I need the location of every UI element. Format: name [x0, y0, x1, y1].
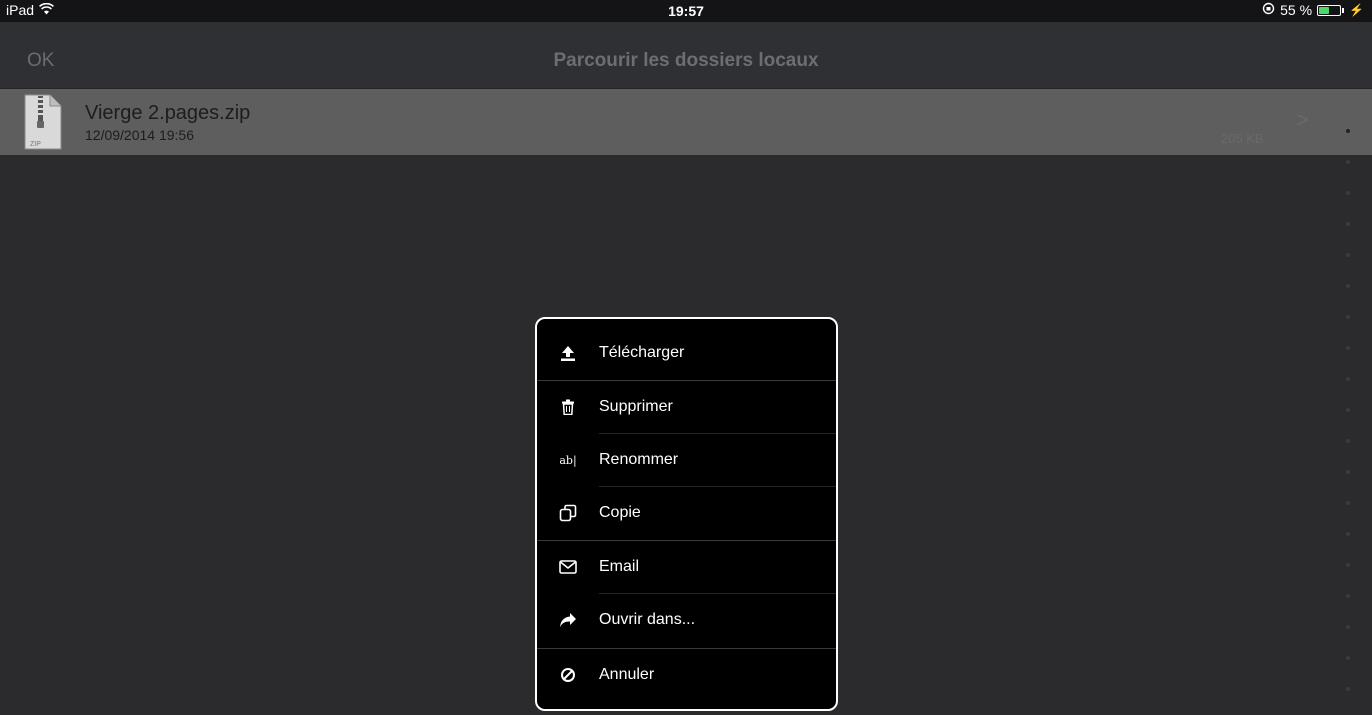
- battery-percent: 55 %: [1280, 2, 1313, 18]
- zip-file-icon-label: ZIP: [30, 141, 41, 148]
- action-download-label: Télécharger: [599, 344, 685, 361]
- index-dot: [1346, 408, 1350, 412]
- action-email[interactable]: Email: [537, 541, 836, 594]
- action-delete[interactable]: Supprimer: [537, 381, 836, 434]
- file-name: Vierge 2.pages.zip: [85, 102, 251, 124]
- index-dot: [1346, 129, 1350, 133]
- index-dot: [1346, 160, 1350, 164]
- page-title: Parcourir les dossiers locaux: [553, 50, 819, 71]
- index-dot: [1346, 532, 1350, 536]
- status-bar: iPad 19:57 55 % ⚡: [0, 0, 1372, 22]
- action-open-in-label: Ouvrir dans...: [599, 611, 696, 628]
- share-arrow-icon: [557, 609, 579, 631]
- index-dot: [1346, 563, 1350, 567]
- index-dot: [1346, 439, 1350, 443]
- index-dot: [1346, 284, 1350, 288]
- index-dot: [1346, 222, 1350, 226]
- index-dot: [1346, 656, 1350, 660]
- rename-icon: ab|: [559, 453, 577, 467]
- zip-file-icon: ZIP: [22, 94, 64, 150]
- status-right: 55 % ⚡: [1262, 2, 1364, 18]
- status-time: 19:57: [668, 3, 704, 19]
- action-copy[interactable]: Copie: [537, 487, 836, 540]
- index-dot: [1346, 315, 1350, 319]
- orientation-lock-icon: [1262, 2, 1275, 18]
- chevron-right-icon[interactable]: >: [1296, 107, 1309, 133]
- file-list-item[interactable]: ZIP Vierge 2.pages.zip 12/09/2014 19:56 …: [0, 89, 1372, 155]
- index-dot: [1346, 687, 1350, 691]
- action-email-label: Email: [599, 558, 640, 575]
- action-rename[interactable]: ab| Renommer: [537, 434, 836, 487]
- action-cancel[interactable]: Annuler: [537, 649, 836, 702]
- action-rename-label: Renommer: [599, 451, 679, 468]
- action-download[interactable]: Télécharger: [537, 327, 836, 380]
- action-cancel-label: Annuler: [599, 666, 655, 683]
- index-dot: [1346, 470, 1350, 474]
- file-date: 12/09/2014 19:56: [85, 127, 194, 143]
- navigation-bar: OK Parcourir les dossiers locaux: [0, 22, 1372, 89]
- index-dot: [1346, 346, 1350, 350]
- action-delete-label: Supprimer: [599, 398, 673, 415]
- file-size: 205 KB: [1221, 131, 1264, 146]
- action-sheet: Télécharger Supprimer ab| Renommer Copie…: [535, 317, 838, 711]
- battery-level: [1319, 6, 1330, 14]
- upload-icon: [557, 342, 579, 364]
- index-dot: [1346, 625, 1350, 629]
- index-dot: [1346, 501, 1350, 505]
- cancel-icon: [557, 664, 579, 686]
- battery-icon: [1317, 4, 1342, 16]
- battery-tip: [1342, 7, 1345, 13]
- action-copy-label: Copie: [599, 504, 641, 521]
- charging-icon: ⚡: [1349, 3, 1364, 17]
- index-dot: [1346, 191, 1350, 195]
- index-dot: [1346, 594, 1350, 598]
- action-open-in[interactable]: Ouvrir dans...: [537, 594, 836, 647]
- trash-icon: [557, 396, 579, 418]
- index-dot: [1346, 377, 1350, 381]
- copy-icon: [557, 502, 579, 524]
- envelope-icon: [557, 556, 579, 578]
- section-index-rail[interactable]: [1340, 119, 1356, 715]
- index-dot: [1346, 253, 1350, 257]
